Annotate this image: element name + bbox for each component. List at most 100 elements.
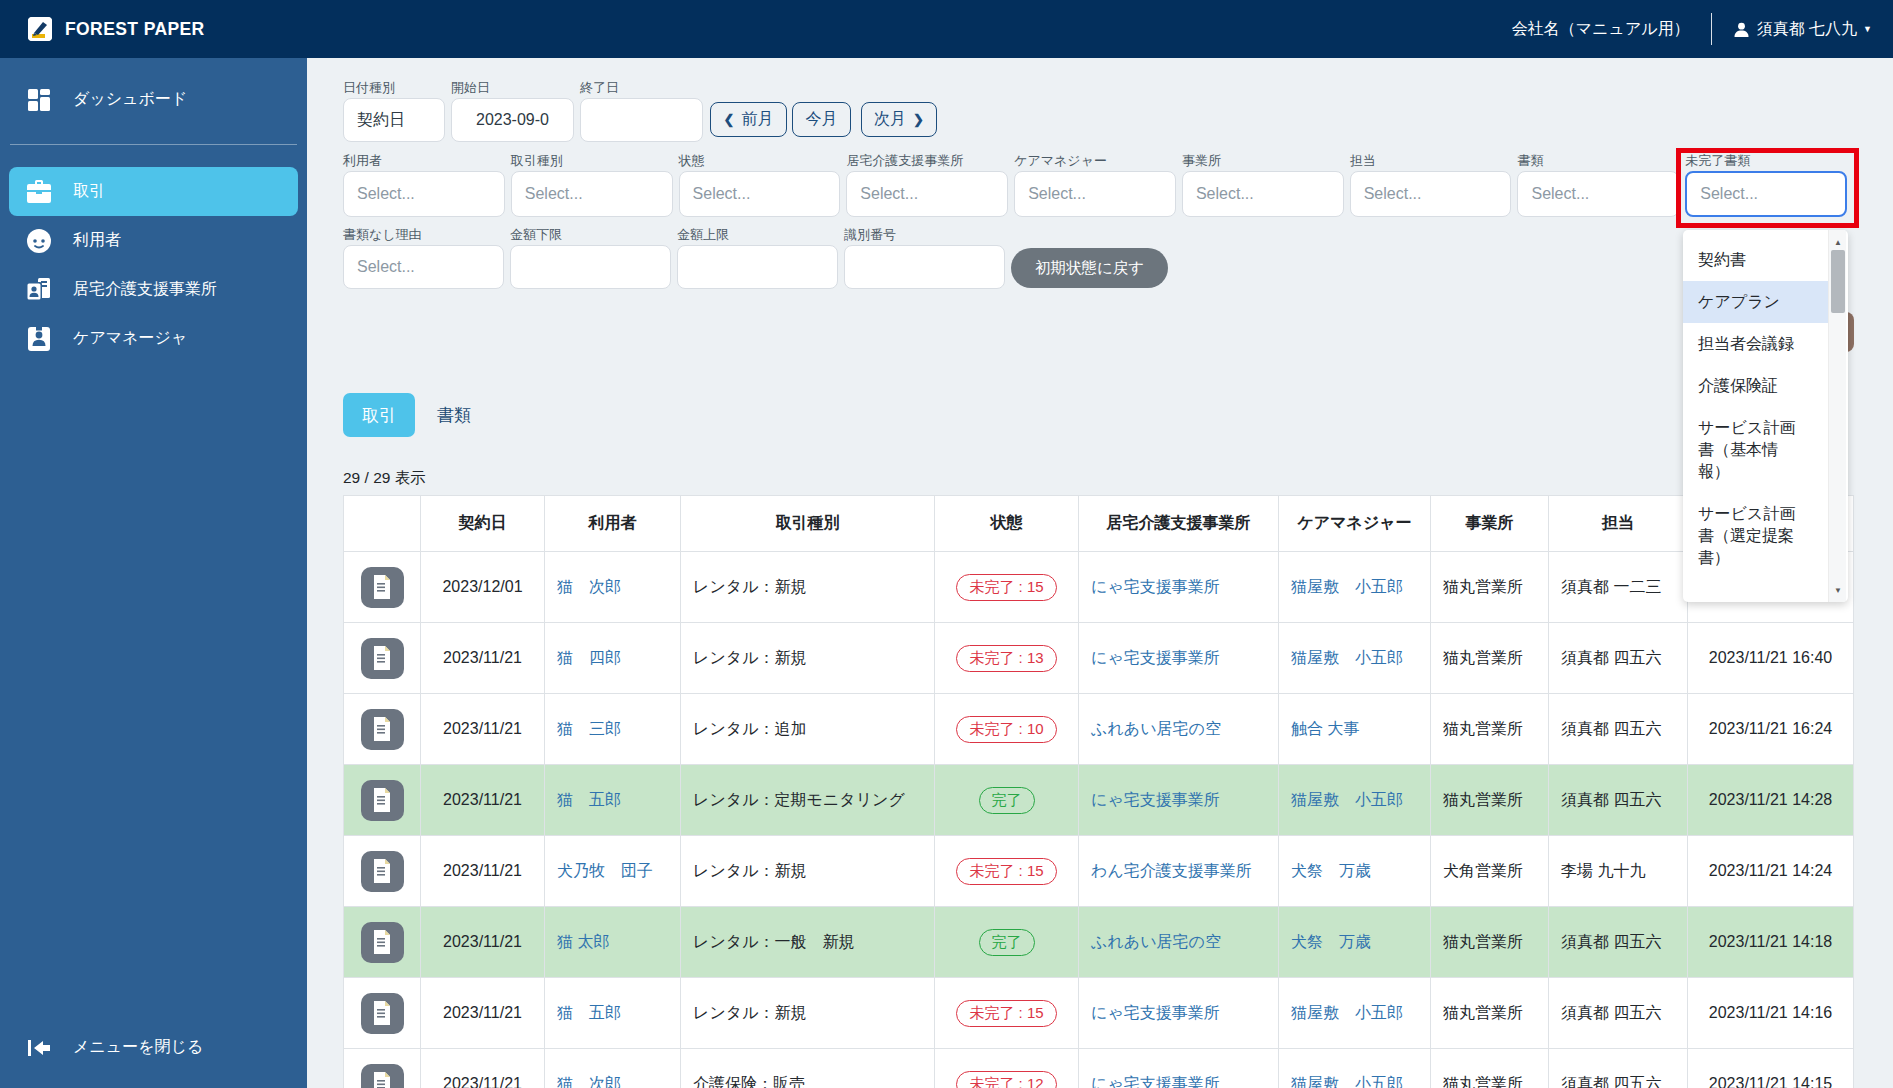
cell-care-manager-link[interactable]: 猫屋敷 小五郎 (1279, 623, 1431, 694)
sidebar-item-4[interactable]: ケアマネージャ (0, 314, 307, 363)
this-month-button[interactable]: 今月 (792, 102, 851, 137)
filter-select-8[interactable]: Select... (1685, 171, 1847, 217)
document-icon-button[interactable] (361, 1064, 404, 1088)
cell-contract-date: 2023/11/21 (421, 765, 545, 836)
cell-care-manager-link[interactable]: 犬祭 万歳 (1279, 907, 1431, 978)
filter-select-5[interactable]: Select... (1182, 171, 1344, 217)
date-type-label: 日付種別 (343, 81, 445, 94)
person-icon (1733, 21, 1750, 38)
cell-transaction-type: レンタル：新規 (681, 836, 935, 907)
cell-user-link[interactable]: 犬乃牧 団子 (545, 836, 681, 907)
user-menu[interactable]: 須真都 七八九 ▼ (1733, 19, 1872, 40)
transactions-table: 契約日利用者取引種別状態居宅介護支援事業所ケアマネジャー事業所担当 2023/1… (343, 495, 1854, 1088)
document-icon-button[interactable] (361, 638, 404, 679)
cell-status: 未完了 : 15 (935, 552, 1079, 623)
dropdown-scrollbar[interactable]: ▲ ▼ (1828, 230, 1846, 602)
filter-input-extra-2[interactable] (677, 245, 838, 289)
tab-0[interactable]: 取引 (343, 393, 415, 437)
cell-staff: 李場 九十九 (1549, 836, 1688, 907)
cell-care-manager-link[interactable]: 猫屋敷 小五郎 (1279, 552, 1431, 623)
cell-contract-date: 2023/12/01 (421, 552, 545, 623)
cell-status: 完了 (935, 765, 1079, 836)
filter-label: ケアマネジャー (1014, 154, 1176, 167)
cell-care-manager-link[interactable]: 猫屋敷 小五郎 (1279, 765, 1431, 836)
document-icon-button[interactable] (361, 709, 404, 750)
end-date-input[interactable] (580, 98, 703, 142)
table-row: 2023/11/21猫 四郎レンタル：新規未完了 : 13にゃ宅支援事業所猫屋敷… (344, 623, 1854, 694)
cell-contract-date: 2023/11/21 (421, 1049, 545, 1088)
top-bar: FOREST PAPER 会社名（マニュアル用） 須真都 七八九 ▼ (0, 0, 1893, 58)
prev-month-button[interactable]: ❮前月 (710, 102, 787, 137)
filter-select-0[interactable]: Select... (343, 171, 505, 217)
cell-user-link[interactable]: 猫 五郎 (545, 765, 681, 836)
main-content: 日付種別 契約日 開始日 2023-09-0 終了日 ❮前月 今月 次月❯ 利用… (307, 58, 1893, 1088)
cell-office-link[interactable]: ふれあい居宅の空 (1079, 907, 1279, 978)
column-header: 取引種別 (681, 496, 935, 552)
cell-care-manager-link[interactable]: 犬祭 万歳 (1279, 836, 1431, 907)
document-icon-button[interactable] (361, 922, 404, 963)
dropdown-option-0[interactable]: 契約書 (1683, 239, 1828, 281)
sidebar: ダッシュボード取引利用者居宅介護支援事業所ケアマネージャ メニューを閉じる (0, 58, 307, 1088)
cell-office-link[interactable]: にゃ宅支援事業所 (1079, 552, 1279, 623)
filter-select-3[interactable]: Select... (846, 171, 1008, 217)
document-icon-button[interactable] (361, 567, 404, 608)
cell-updated: 2023/11/21 14:18 (1688, 907, 1854, 978)
filter-input-extra-3[interactable] (844, 245, 1005, 289)
dropdown-option-3[interactable]: 介護保険証 (1683, 365, 1828, 407)
next-month-button[interactable]: 次月❯ (861, 102, 937, 137)
filter-select-1[interactable]: Select... (511, 171, 673, 217)
scroll-up-icon[interactable]: ▲ (1829, 234, 1847, 250)
reset-filters-button[interactable]: 初期状態に戻す (1011, 248, 1168, 288)
cell-contract-date: 2023/11/21 (421, 694, 545, 765)
document-icon-button[interactable] (361, 851, 404, 892)
sidebar-item-1[interactable]: 取引 (9, 167, 298, 216)
date-type-select[interactable]: 契約日 (343, 98, 445, 142)
filter-row-dates: 日付種別 契約日 開始日 2023-09-0 終了日 ❮前月 今月 次月❯ (343, 81, 1893, 142)
cell-user-link[interactable]: 猫 次郎 (545, 552, 681, 623)
sidebar-item-2[interactable]: 利用者 (0, 216, 307, 265)
filter-select-6[interactable]: Select... (1350, 171, 1512, 217)
cell-staff: 須真都 四五六 (1549, 907, 1688, 978)
dropdown-option-1[interactable]: ケアプラン (1683, 281, 1828, 323)
cell-user-link[interactable]: 猫 次郎 (545, 1049, 681, 1088)
filter-select-extra-0[interactable]: Select... (343, 245, 504, 289)
table-row: 2023/11/21猫 五郎レンタル：定期モニタリング完了にゃ宅支援事業所猫屋敷… (344, 765, 1854, 836)
cell-contract-date: 2023/11/21 (421, 907, 545, 978)
table-row: 2023/12/01猫 次郎レンタル：新規未完了 : 15にゃ宅支援事業所猫屋敷… (344, 552, 1854, 623)
tab-1[interactable]: 書類 (415, 393, 493, 437)
cell-office-link[interactable]: ふれあい居宅の空 (1079, 694, 1279, 765)
filter-select-2[interactable]: Select... (679, 171, 841, 217)
cell-user-link[interactable]: 猫 四郎 (545, 623, 681, 694)
cell-office-link[interactable]: にゃ宅支援事業所 (1079, 1049, 1279, 1088)
cell-office-link[interactable]: にゃ宅支援事業所 (1079, 978, 1279, 1049)
cell-user-link[interactable]: 猫 五郎 (545, 978, 681, 1049)
document-icon-button[interactable] (361, 993, 404, 1034)
sidebar-item-3[interactable]: 居宅介護支援事業所 (0, 265, 307, 314)
dropdown-option-2[interactable]: 担当者会議録 (1683, 323, 1828, 365)
cell-care-manager-link[interactable]: 猫屋敷 小五郎 (1279, 978, 1431, 1049)
cell-status: 未完了 : 15 (935, 836, 1079, 907)
cell-care-manager-link[interactable]: 触合 大事 (1279, 694, 1431, 765)
scroll-down-icon[interactable]: ▼ (1829, 582, 1847, 598)
filter-input-extra-1[interactable] (510, 245, 671, 289)
start-date-input[interactable]: 2023-09-0 (451, 98, 574, 142)
cell-updated: 2023/11/21 14:16 (1688, 978, 1854, 1049)
sidebar-item-0[interactable]: ダッシュボード (0, 75, 307, 124)
cell-user-link[interactable]: 猫 太郎 (545, 907, 681, 978)
filter-select-7[interactable]: Select... (1517, 171, 1679, 217)
cell-office-link[interactable]: わん宅介護支援事業所 (1079, 836, 1279, 907)
document-icon-button[interactable] (361, 780, 404, 821)
column-header: ケアマネジャー (1279, 496, 1431, 552)
scrollbar-thumb[interactable] (1831, 250, 1845, 313)
cell-care-manager-link[interactable]: 猫屋敷 小五郎 (1279, 1049, 1431, 1088)
dropdown-option-4[interactable]: サービス計画書（基本情報） (1683, 407, 1828, 493)
cell-office-link[interactable]: にゃ宅支援事業所 (1079, 623, 1279, 694)
sidebar-close-menu[interactable]: メニューを閉じる (0, 1023, 307, 1072)
dropdown-option-5[interactable]: サービス計画書（選定提案書） (1683, 493, 1828, 579)
cell-office-link[interactable]: にゃ宅支援事業所 (1079, 765, 1279, 836)
cell-status: 未完了 : 13 (935, 623, 1079, 694)
cell-user-link[interactable]: 猫 三郎 (545, 694, 681, 765)
company-name: 会社名（マニュアル用） (1512, 19, 1690, 40)
incomplete-docs-dropdown: 契約書ケアプラン担当者会議録介護保険証サービス計画書（基本情報）サービス計画書（… (1683, 230, 1848, 602)
filter-select-4[interactable]: Select... (1014, 171, 1176, 217)
